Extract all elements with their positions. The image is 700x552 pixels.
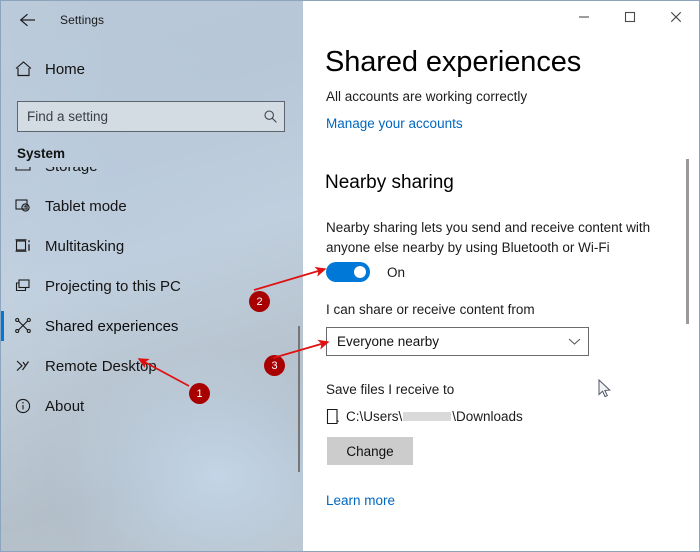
minimize-icon[interactable] bbox=[561, 1, 607, 33]
nearby-sharing-description: Nearby sharing lets you send and receive… bbox=[326, 218, 678, 258]
home-icon bbox=[1, 60, 45, 78]
sidebar: Settings Home Find a setting System bbox=[1, 1, 303, 552]
sidebar-nav-list: Storage Tablet mode bbox=[1, 167, 303, 497]
save-path-row: C:\Users\ \Downloads bbox=[326, 408, 523, 425]
sidebar-item-about[interactable]: About bbox=[1, 386, 285, 426]
redacted-username bbox=[403, 412, 451, 421]
remote-desktop-icon bbox=[1, 357, 45, 375]
back-arrow-icon[interactable] bbox=[7, 4, 49, 36]
sidebar-item-storage-label: Storage bbox=[45, 167, 98, 175]
tablet-mode-icon bbox=[1, 197, 45, 215]
sidebar-item-about-label: About bbox=[45, 398, 84, 415]
about-info-icon bbox=[1, 397, 45, 415]
sidebar-section-header: System bbox=[17, 146, 65, 161]
save-path-text: C:\Users\ \Downloads bbox=[346, 409, 523, 424]
change-button[interactable]: Change bbox=[327, 437, 413, 465]
share-from-dropdown[interactable]: Everyone nearby bbox=[326, 327, 589, 356]
learn-more-link[interactable]: Learn more bbox=[326, 493, 395, 508]
titlebar-left: Settings bbox=[1, 1, 303, 39]
content-pane: Shared experiences All accounts are work… bbox=[303, 1, 699, 551]
sidebar-item-shared-experiences-label: Shared experiences bbox=[45, 318, 178, 335]
sidebar-item-storage[interactable]: Storage bbox=[1, 167, 285, 186]
shared-experiences-icon bbox=[1, 317, 45, 335]
nearby-sharing-toggle-label: On bbox=[387, 265, 405, 280]
sidebar-item-multitasking[interactable]: Multitasking bbox=[1, 226, 285, 266]
manage-your-accounts-link[interactable]: Manage your accounts bbox=[326, 116, 463, 131]
app-title: Settings bbox=[60, 13, 104, 27]
projecting-icon bbox=[1, 277, 45, 295]
save-path-prefix: C:\Users\ bbox=[346, 409, 402, 424]
sidebar-item-multitasking-label: Multitasking bbox=[45, 238, 124, 255]
storage-icon bbox=[1, 167, 45, 175]
sidebar-item-tablet-mode[interactable]: Tablet mode bbox=[1, 186, 285, 226]
sidebar-item-projecting-to-this-pc[interactable]: Projecting to this PC bbox=[1, 266, 285, 306]
search-icon[interactable] bbox=[256, 109, 284, 124]
close-icon[interactable] bbox=[653, 1, 699, 33]
chevron-down-icon bbox=[560, 337, 588, 346]
save-path-suffix: \Downloads bbox=[452, 409, 523, 424]
share-from-selected-value: Everyone nearby bbox=[327, 334, 560, 349]
toggle-knob bbox=[354, 266, 366, 278]
maximize-icon[interactable] bbox=[607, 1, 653, 33]
sidebar-item-projecting-to-this-pc-label: Projecting to this PC bbox=[45, 278, 181, 295]
multitasking-icon bbox=[1, 237, 45, 255]
sidebar-item-home[interactable]: Home bbox=[1, 49, 285, 89]
window-caption-buttons bbox=[561, 1, 699, 33]
nearby-sharing-toggle-row: On bbox=[326, 262, 405, 282]
folder-icon bbox=[326, 408, 346, 425]
page-title: Shared experiences bbox=[325, 46, 581, 79]
accounts-status-text: All accounts are working correctly bbox=[326, 89, 527, 104]
save-files-label: Save files I receive to bbox=[326, 382, 454, 397]
content-scrollbar[interactable] bbox=[684, 151, 690, 481]
settings-window: Settings Home Find a setting System bbox=[0, 0, 700, 552]
sidebar-item-remote-desktop[interactable]: Remote Desktop bbox=[1, 346, 285, 386]
content-scrollbar-thumb[interactable] bbox=[686, 159, 689, 324]
sidebar-item-shared-experiences[interactable]: Shared experiences bbox=[1, 306, 285, 346]
nearby-sharing-toggle[interactable] bbox=[326, 262, 370, 282]
sidebar-item-tablet-mode-label: Tablet mode bbox=[45, 198, 127, 215]
search-input[interactable]: Find a setting bbox=[17, 101, 285, 132]
share-from-label: I can share or receive content from bbox=[326, 302, 535, 317]
nearby-sharing-heading: Nearby sharing bbox=[325, 172, 454, 194]
sidebar-scrollbar[interactable] bbox=[297, 171, 302, 491]
search-placeholder: Find a setting bbox=[18, 109, 256, 124]
sidebar-item-remote-desktop-label: Remote Desktop bbox=[45, 358, 157, 375]
sidebar-scrollbar-thumb[interactable] bbox=[298, 326, 300, 472]
sidebar-item-home-label: Home bbox=[45, 61, 85, 78]
